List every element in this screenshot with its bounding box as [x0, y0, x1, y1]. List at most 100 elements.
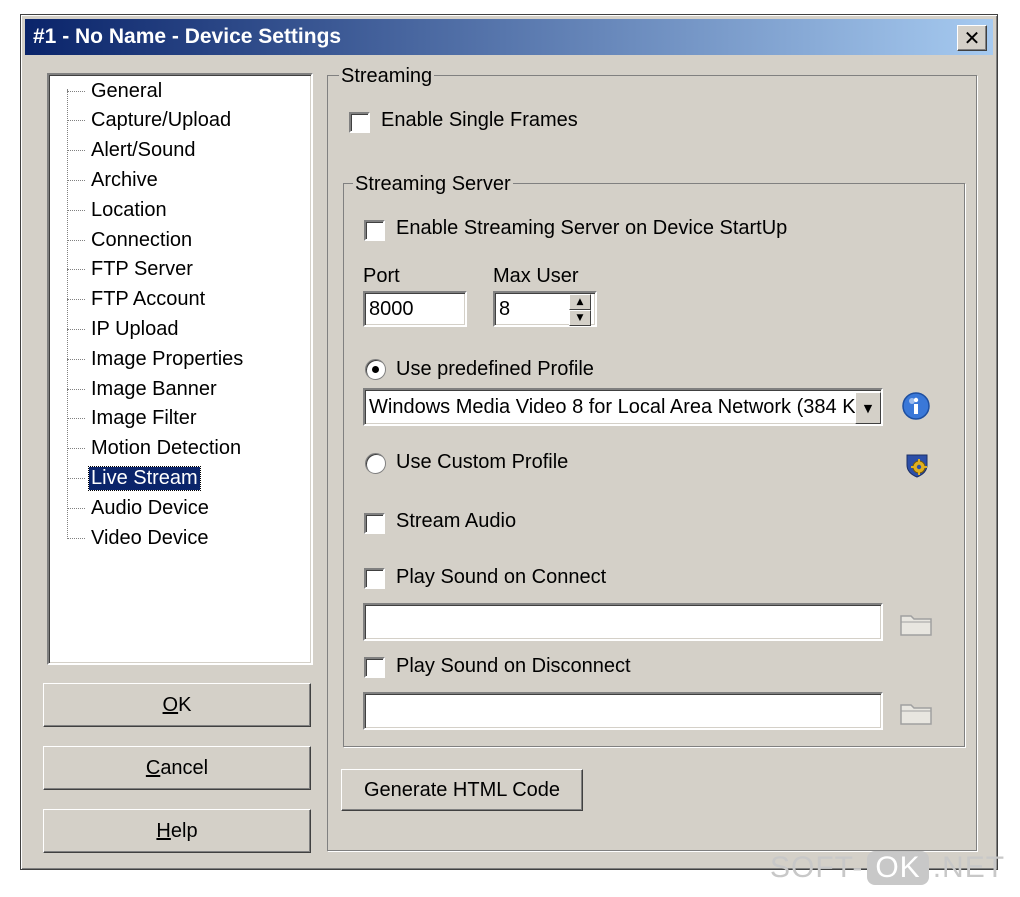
tree-connector — [67, 477, 85, 479]
tree-item-video-device[interactable]: Video Device — [67, 524, 210, 552]
tree-connector — [67, 358, 85, 360]
tree-connector — [67, 299, 85, 301]
max-user-value: 8 — [499, 297, 511, 320]
folder-icon[interactable] — [899, 611, 933, 637]
tree-item-image-filter[interactable]: Image Filter — [67, 405, 199, 433]
tree-connector — [67, 90, 85, 92]
tree-item-audio-device[interactable]: Audio Device — [67, 494, 211, 522]
tree-item-ftp-account[interactable]: FTP Account — [67, 286, 207, 314]
tree-item-label: Image Properties — [91, 347, 244, 370]
chevron-down-icon: ▼ — [863, 401, 873, 415]
title-bar[interactable]: #1 - No Name - Device Settings ✕ — [25, 19, 993, 55]
tree-item-location[interactable]: Location — [67, 196, 169, 224]
streaming-server-group-title: Streaming Server — [353, 173, 513, 196]
window-title: #1 - No Name - Device Settings — [33, 25, 342, 48]
tree-connector — [67, 537, 85, 539]
generate-html-button[interactable]: Generate HTML Code — [341, 769, 583, 811]
port-input[interactable]: 8000 — [363, 291, 467, 327]
tree-item-image-properties[interactable]: Image Properties — [67, 345, 245, 373]
connect-sound-path-input[interactable] — [363, 603, 883, 641]
tree-item-label: General — [91, 79, 163, 102]
ok-button[interactable]: OK — [43, 683, 311, 727]
tree-item-label: FTP Account — [91, 288, 206, 311]
close-icon: ✕ — [963, 26, 981, 50]
cancel-button-label: Cancel — [145, 756, 209, 779]
ok-button-label: OK — [162, 693, 192, 716]
folder-icon[interactable] — [899, 700, 933, 726]
info-icon[interactable] — [901, 391, 931, 421]
tree-item-label: Image Filter — [91, 407, 197, 430]
enable-server-startup-label: Enable Streaming Server on Device StartU… — [396, 217, 788, 239]
tree-connector — [67, 209, 85, 211]
tree-connector — [67, 150, 85, 152]
settings-shield-icon[interactable] — [903, 451, 931, 479]
tree-item-label: Video Device — [91, 526, 209, 549]
max-user-spinner[interactable]: ▲ ▼ — [569, 294, 591, 326]
tree-item-capture-upload[interactable]: Capture/Upload — [67, 107, 233, 135]
profile-dropdown-button[interactable]: ▼ — [855, 392, 881, 424]
tree-item-label: Motion Detection — [91, 437, 242, 460]
cancel-button[interactable]: Cancel — [43, 746, 311, 790]
tree-item-label: Image Banner — [91, 377, 217, 400]
tree-item-general[interactable]: General — [67, 77, 164, 105]
tree-item-label: Archive — [91, 168, 158, 191]
tree-item-label: Location — [91, 198, 167, 221]
tree-item-connection[interactable]: Connection — [67, 226, 194, 254]
tree-connector — [67, 448, 85, 450]
tree-connector — [67, 239, 85, 241]
tree-connector — [67, 269, 85, 271]
enable-single-frames-checkbox[interactable] — [349, 112, 370, 133]
enable-server-startup-checkbox[interactable] — [364, 220, 385, 241]
max-user-label: Max User — [493, 265, 579, 287]
tree-item-image-banner[interactable]: Image Banner — [67, 375, 219, 403]
tree-item-label: Capture/Upload — [91, 109, 232, 132]
play-sound-disconnect-checkbox[interactable] — [364, 657, 385, 678]
close-button[interactable]: ✕ — [957, 25, 987, 51]
generate-html-button-label: Generate HTML Code — [363, 778, 560, 801]
tree-item-label: Live Stream — [88, 465, 201, 491]
tree-item-label: Audio Device — [91, 496, 209, 519]
tree-item-label: IP Upload — [91, 317, 179, 340]
help-button[interactable]: Help — [43, 809, 311, 853]
enable-single-frames-label: Enable Single Frames — [381, 109, 578, 131]
tree-item-motion-detection[interactable]: Motion Detection — [67, 435, 243, 463]
disconnect-sound-path-input[interactable] — [363, 692, 883, 730]
play-sound-disconnect-label: Play Sound on Disconnect — [396, 655, 631, 677]
port-label: Port — [363, 265, 400, 287]
watermark: SOFT- OK .NET — [770, 846, 1005, 890]
profile-combo-value: Windows Media Video 8 for Local Area Net… — [369, 395, 856, 418]
predefined-profile-radio[interactable] — [365, 359, 386, 380]
tree-item-ftp-server[interactable]: FTP Server — [67, 256, 195, 284]
predefined-profile-label: Use predefined Profile — [396, 358, 594, 380]
help-button-label: Help — [156, 819, 198, 842]
spin-up-icon[interactable]: ▲ — [569, 294, 591, 310]
play-sound-connect-checkbox[interactable] — [364, 568, 385, 589]
profile-combo[interactable]: Windows Media Video 8 for Local Area Net… — [363, 388, 883, 426]
play-sound-connect-label: Play Sound on Connect — [396, 566, 607, 588]
settings-tree[interactable]: General Capture/Upload Alert/Sound Archive L… — [47, 73, 313, 665]
port-value: 8000 — [369, 297, 414, 320]
tree-item-archive[interactable]: Archive — [67, 166, 160, 194]
tree-connector — [67, 120, 85, 122]
tree-item-alert-sound[interactable]: Alert/Sound — [67, 137, 198, 165]
tree-item-ip-upload[interactable]: IP Upload — [67, 315, 180, 343]
stream-audio-checkbox[interactable] — [364, 513, 385, 534]
tree-connector — [67, 328, 85, 330]
watermark-left: SOFT- — [770, 851, 864, 884]
streaming-group-title: Streaming — [339, 65, 435, 88]
tree-item-label: Connection — [91, 228, 193, 251]
tree-item-live-stream[interactable]: Live Stream — [67, 464, 201, 492]
spin-down-icon[interactable]: ▼ — [569, 310, 591, 326]
tree-connector — [67, 179, 85, 181]
tree-item-label: FTP Server — [91, 258, 193, 281]
watermark-right: .NET — [932, 851, 1006, 884]
stream-audio-label: Stream Audio — [396, 510, 517, 532]
tree-connector — [67, 507, 85, 509]
tree-connector — [67, 388, 85, 390]
tree-item-label: Alert/Sound — [91, 139, 196, 162]
custom-profile-radio[interactable] — [365, 453, 386, 474]
custom-profile-label: Use Custom Profile — [396, 451, 569, 473]
watermark-box: OK — [867, 851, 929, 885]
tree-connector — [67, 418, 85, 420]
device-settings-dialog: #1 - No Name - Device Settings ✕ General… — [20, 14, 998, 870]
